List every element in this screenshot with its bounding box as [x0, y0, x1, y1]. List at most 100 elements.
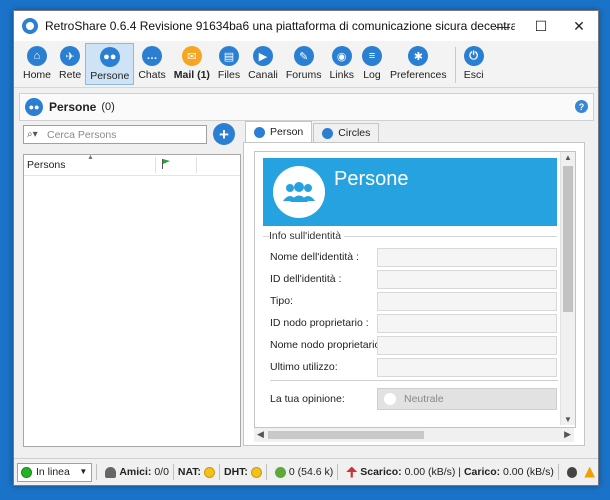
toolbar-files-button[interactable]: ▤ Files	[214, 43, 244, 85]
upload-value: 0.00 (kB/s)	[503, 466, 554, 478]
toolbar-exit-button[interactable]: ⏻ Esci	[460, 43, 488, 85]
help-icon[interactable]: ?	[575, 100, 588, 113]
scroll-left-icon[interactable]: ◀	[257, 429, 264, 440]
hscroll-thumb[interactable]	[268, 431, 424, 439]
page-header: ●● Persone (0) ?	[19, 93, 594, 121]
vertical-scrollbar[interactable]: ▲ ▼	[560, 152, 575, 425]
field-label-type: Tipo:	[270, 295, 293, 307]
dht-label: DHT:	[224, 466, 248, 478]
window-controls: — ☐ ✕	[484, 11, 598, 41]
field-label-opinion: La tua opinione:	[270, 393, 345, 405]
toolbar-label: Chats	[138, 69, 166, 81]
toolbar-label: Esci	[463, 69, 484, 81]
toolbar-links-button[interactable]: ◉ Links	[325, 43, 358, 85]
scroll-up-icon[interactable]: ▲	[564, 153, 572, 162]
identity-name-field[interactable]	[377, 248, 557, 267]
toolbar-label: Links	[329, 69, 354, 81]
search-icon[interactable]: ⌕▾	[27, 129, 41, 140]
forums-icon: ✎	[293, 46, 314, 66]
network-icon: ✈	[60, 46, 81, 66]
download-value: 0.00 (kB/s)	[404, 466, 456, 478]
log-icon: ≡	[361, 46, 382, 66]
scroll-thumb[interactable]	[563, 166, 573, 312]
opinion-select[interactable]: Neutrale	[377, 388, 557, 410]
gear-icon: ✱	[408, 46, 429, 66]
persons-tree[interactable]: Persons ▲	[23, 154, 241, 447]
warning-icon[interactable]	[584, 466, 596, 478]
toolbar-forums-button[interactable]: ✎ Forums	[282, 43, 326, 85]
column-divider[interactable]	[155, 157, 156, 173]
people-icon: ●●	[25, 98, 43, 116]
owner-node-name-field[interactable]	[377, 336, 557, 355]
column-divider[interactable]	[196, 157, 197, 173]
status-separator	[172, 464, 174, 480]
scroll-right-icon[interactable]: ▶	[564, 429, 571, 440]
online-status-icon	[21, 466, 32, 478]
maximize-button[interactable]: ☐	[522, 11, 560, 41]
search-input[interactable]	[45, 127, 199, 142]
eye-icon[interactable]	[566, 466, 578, 478]
horizontal-scrollbar[interactable]: ◀ ▶	[254, 428, 574, 442]
toolbar-network-button[interactable]: ✈ Rete	[55, 43, 85, 85]
peers-icon	[274, 466, 286, 478]
toolbar-label: Home	[23, 69, 52, 81]
toolbar-mail-button[interactable]: ✉ Mail (1)	[170, 43, 214, 85]
tab-person[interactable]: Person	[245, 121, 313, 142]
people-list-pane: ⌕▾ + Persons ▲	[23, 123, 241, 447]
status-select[interactable]: In linea ▼	[17, 462, 93, 482]
minimize-button[interactable]: —	[484, 11, 522, 41]
status-separator	[219, 464, 221, 480]
status-separator	[265, 464, 267, 480]
scroll-down-icon[interactable]: ▼	[564, 415, 572, 424]
column-header-persons[interactable]: Persons	[27, 159, 66, 171]
status-value: In linea	[36, 466, 70, 478]
toolbar-home-button[interactable]: ⌂ Home	[19, 43, 55, 85]
add-identity-button[interactable]: +	[213, 123, 235, 145]
toolbar-label: Rete	[59, 69, 82, 81]
type-field[interactable]	[377, 292, 557, 311]
toolbar-separator	[454, 47, 456, 83]
field-label-identity-id: ID dell'identità :	[270, 273, 342, 285]
friends-status: Amici: 0/0	[101, 466, 169, 478]
field-label-last-used: Ultimo utilizzo:	[270, 361, 338, 373]
chat-icon: …	[142, 46, 163, 66]
retroshare-logo-icon	[22, 18, 38, 34]
toolbar-label: Canali	[248, 69, 278, 81]
friends-label: Amici:	[119, 466, 152, 478]
person-tab-panel: Persone Info sull'identità Nome dell'ide…	[243, 142, 585, 446]
toolbar-log-button[interactable]: ≡ Log	[358, 43, 386, 85]
field-label-owner-node-name: Nome nodo proprietario :	[270, 339, 387, 351]
owner-node-id-field[interactable]	[377, 314, 557, 333]
people-icon	[283, 182, 315, 202]
transfer-icon	[346, 466, 358, 478]
close-button[interactable]: ✕	[560, 11, 598, 41]
files-icon: ▤	[219, 46, 239, 66]
status-separator	[96, 464, 98, 480]
circles-icon	[322, 127, 334, 139]
transfer-status: Scarico: 0.00 (kB/s) | Carico: 0.00 (kB/…	[342, 466, 554, 478]
toolbar-label: Log	[363, 69, 381, 81]
peers-value: 0 (54.6 k)	[288, 466, 334, 478]
tab-label: Circles	[338, 127, 371, 139]
people-avatar	[273, 166, 325, 218]
toolbar-label: Forums	[285, 69, 322, 81]
status-bar: In linea ▼ Amici: 0/0 NAT: DHT: 0 (54.6 …	[14, 458, 598, 485]
peers-status: 0 (54.6 k)	[271, 466, 333, 478]
sort-caret-icon: ▲	[87, 154, 94, 161]
tab-circles[interactable]: Circles	[313, 123, 380, 142]
opinion-divider	[270, 380, 558, 381]
nat-status-icon	[204, 466, 216, 478]
identity-id-field[interactable]	[377, 270, 557, 289]
toolbar-chats-button[interactable]: … Chats	[134, 43, 169, 85]
field-label-owner-node-id: ID nodo proprietario :	[270, 317, 369, 329]
toolbar-channels-button[interactable]: ▶ Canali	[244, 43, 282, 85]
last-used-field[interactable]	[377, 358, 557, 377]
toolbar-preferences-button[interactable]: ✱ Preferences	[386, 43, 451, 85]
toolbar-label: Preferences	[389, 69, 447, 81]
nat-status: NAT:	[178, 466, 216, 478]
tab-label: Person	[270, 126, 304, 138]
toolbar-label: Mail (1)	[173, 69, 210, 81]
people-icon: ●●	[99, 47, 120, 67]
toolbar-people-button[interactable]: ●● Persone	[85, 43, 135, 85]
download-label: Scarico:	[360, 466, 402, 478]
